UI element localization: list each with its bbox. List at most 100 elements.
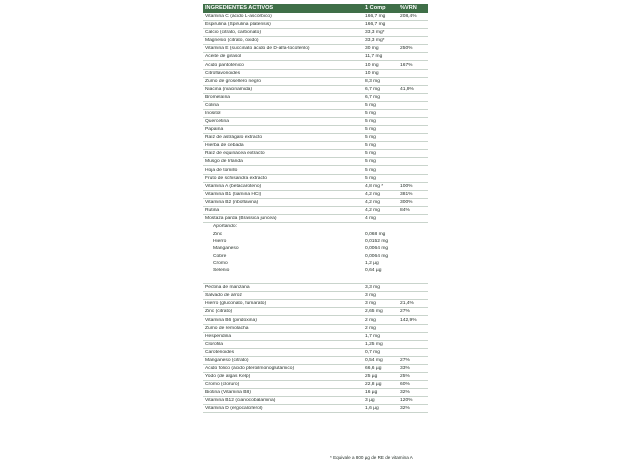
ingredient-name: Ácido fólico (ácido pteroilmonoglutámico… (205, 365, 295, 371)
ingredient-name: Niacina (niacinamida) (205, 86, 253, 92)
ingredient-name: Manganeso (citrato) (205, 357, 249, 363)
ingredient-name: Hierro (213, 238, 227, 244)
ingredient-amount: 4,2 mg (365, 191, 380, 197)
ingredient-amount: 2 mg (365, 325, 376, 331)
table-row: Vitamina C (ácido L-ascórbico) 166,7 mg 20… (203, 13, 428, 22)
ingredient-amount: 4,2 mg (365, 207, 380, 213)
ingredient-amount: 11,7 mg (365, 54, 383, 60)
table-row: Hesperidina 1,7 mg (203, 333, 428, 341)
ingredient-name: Vitamina D (ergocalciferol) (205, 406, 263, 412)
ingredient-amount: 30 mg (365, 46, 379, 52)
ingredient-amount: 5 mg (365, 135, 376, 141)
ingredient-amount: 0,7 mg (365, 349, 380, 355)
ingredient-name: Fruto de schisandra extracto (205, 175, 267, 181)
ingredient-vrn: 33% (400, 365, 410, 371)
ingredient-vrn: 120% (400, 398, 413, 404)
ingredient-vrn: 21,4% (400, 301, 414, 307)
table-row: Vitamina D (ergocalciferol) 1,6 µg 32% (203, 405, 428, 414)
table-row: Vitamina B6 (piridoxina) 2 mg 142,9% (203, 316, 428, 325)
ingredient-name: Yodo (de algas Kelp) (205, 374, 251, 380)
ingredient-name: Selenio (213, 268, 230, 274)
ingredient-name: Vitamina C (ácido L-ascórbico) (205, 14, 272, 20)
ingredient-rows-continued: Pectina de manzana 3,3 mg Salvado de arroz… (203, 284, 428, 414)
ingredient-name: Bromelaína (205, 94, 231, 100)
sub-heading: Aportando: (213, 224, 237, 230)
table-row: Quercetina 5 mg (203, 118, 428, 127)
table-row: Manganeso (citrato) 0,54 mg 27% (203, 357, 428, 365)
ingredient-amount: 10 mg (365, 70, 379, 76)
table-row: Inositol 5 mg (203, 110, 428, 119)
ingredient-name: Musgo de Irlanda (205, 159, 243, 165)
table-row: Vitamina A (betacaroteno) 4,8 mg * 100% (203, 183, 428, 191)
ingredient-amount: 1,2 µg (365, 260, 379, 266)
table-row: Vitamina B1 (tiamina HCl) 4,2 mg 381% (203, 191, 428, 199)
ingredient-name: Rutina (205, 207, 220, 213)
sub-ingredient-rows: Zinc 0,068 mg Hierro 0,0152 mg Manganeso 0,00… (203, 230, 428, 274)
table-row: Vitamina B12 (cianocobalamina) 3 µg 120% (203, 397, 428, 406)
ingredient-name: Quercetina (205, 119, 229, 125)
ingredient-name: Espirulina (Spirulina platensis) (205, 22, 271, 28)
ingredient-name: Clorofila (205, 341, 223, 347)
footnote: * Equivale a 800 µg de RE de vitamina A (330, 455, 413, 460)
ingredient-name: Inositol (205, 111, 221, 117)
ingredient-amount: 16 µg (365, 390, 378, 396)
ingredient-amount: 4,2 mg (365, 199, 380, 205)
table-row: Rutina 4,2 mg 84% (203, 207, 428, 215)
table-row: Biotina (Vitamina B8) 16 µg 32% (203, 389, 428, 398)
header-ingredients: INGREDIENTES ACTIVOS (205, 5, 274, 11)
ingredients-table: INGREDIENTES ACTIVOS 1 Comp %VRN Vitamin… (203, 4, 428, 414)
ingredient-amount: 1,25 mg (365, 341, 383, 347)
sub-row: Cromo 1,2 µg (203, 260, 428, 267)
ingredient-name: Zinc (citrato) (205, 309, 233, 315)
sub-row: Zinc 0,068 mg (203, 230, 428, 237)
ingredient-amount: 0,54 mg (365, 357, 383, 363)
ingredient-vrn: 27% (400, 309, 410, 315)
ingredient-amount: 5 mg (365, 111, 376, 117)
table-row: Ácido fólico (ácido pteroilmonoglutámico… (203, 365, 428, 373)
ingredient-amount: 10 mg (365, 62, 379, 68)
ingredient-amount: 33,3 mg* (365, 38, 385, 44)
table-row: Vitamina B2 (riboflavina) 4,2 mg 300% (203, 199, 428, 207)
table-row: Vitamina E (succinato ácido de D-alfa-to… (203, 45, 428, 54)
ingredient-name: Hoja de tomillo (205, 167, 238, 173)
ingredient-name: Citroflavonoides (205, 70, 241, 76)
ingredient-amount: 6,7 mg (365, 86, 380, 92)
ingredient-name: Zinc (213, 231, 223, 237)
ingredient-name: Ácido pantoténico (205, 62, 244, 68)
ingredient-amount: 3 mg (365, 301, 376, 307)
table-row: Papaína 5 mg (203, 126, 428, 135)
ingredient-name: Zumo de grosellero negro (205, 78, 262, 84)
ingredient-vrn: 60% (400, 382, 410, 388)
ingredient-amount: 0,0152 mg (365, 238, 389, 244)
table-row: Clorofila 1,25 mg (203, 341, 428, 349)
ingredient-name: Papaína (205, 127, 224, 133)
sub-heading-row: Aportando: (203, 223, 428, 230)
table-row: Cromo (cloruro) 22,8 µg 60% (203, 381, 428, 390)
ingredient-vrn: 84% (400, 207, 410, 213)
ingredient-amount: 5 mg (365, 143, 376, 149)
table-row: Pectina de manzana 3,3 mg (203, 284, 428, 293)
ingredient-name: Vitamina B6 (piridoxina) (205, 317, 257, 323)
ingredient-name: Vitamina E (succinato ácido de D-alfa-to… (205, 46, 310, 52)
ingredient-name: Salvado de arroz (205, 293, 242, 299)
ingredient-name: Vitamina B12 (cianocobalamina) (205, 398, 276, 404)
ingredient-name: Vitamina B1 (tiamina HCl) (205, 191, 262, 197)
table-row: Mostaza parda (Brassica juncea) 4 mg (203, 215, 428, 224)
table-row: Bromelaína 6,7 mg (203, 94, 428, 102)
ingredient-name: Vitamina A (betacaroteno) (205, 183, 262, 189)
ingredient-amount: 3 mg (365, 293, 376, 299)
ingredient-amount: 2 mg (365, 317, 376, 323)
table-row: Hierro (gluconato, fumarato) 3 mg 21,4% (203, 300, 428, 309)
table-row: Ácido pantoténico 10 mg 167% (203, 61, 428, 70)
sub-row: Hierro 0,0152 mg (203, 238, 428, 245)
ingredient-amount: 66,6 µg (365, 365, 382, 371)
table-row: Raíz de equinácea extracto 5 mg (203, 150, 428, 159)
sub-row: Manganeso 0,0064 mg (203, 245, 428, 252)
ingredient-vrn: 250% (400, 46, 413, 52)
ingredient-amount: 8,3 mg (365, 78, 380, 84)
table-row: Zumo de grosellero negro 8,3 mg (203, 78, 428, 86)
ingredient-name: Pectina de manzana (205, 285, 250, 291)
ingredient-name: Biotina (Vitamina B8) (205, 390, 251, 396)
ingredient-vrn: 167% (400, 62, 413, 68)
table-row: Fruto de schisandra extracto 5 mg (203, 175, 428, 183)
